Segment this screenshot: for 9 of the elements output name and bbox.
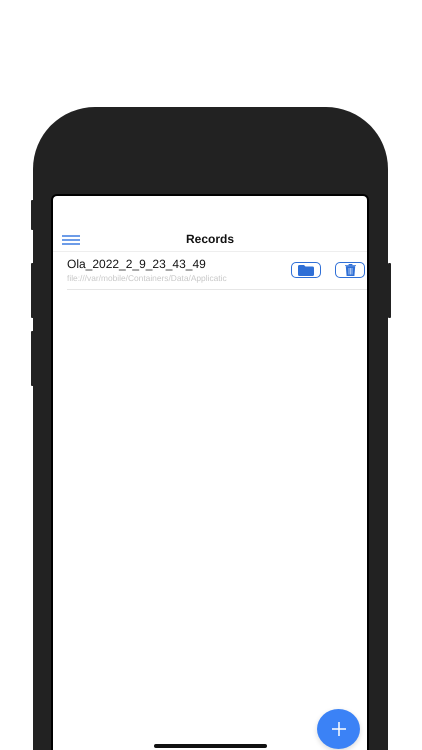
folder-icon xyxy=(298,264,314,276)
trash-icon xyxy=(344,264,356,276)
record-name: Ola_2022_2_9_23_43_49 xyxy=(67,256,207,272)
delete-button[interactable] xyxy=(335,262,365,278)
add-button[interactable] xyxy=(317,709,360,749)
screen-title: Records xyxy=(186,232,234,246)
open-folder-button[interactable] xyxy=(291,262,321,278)
plus-icon xyxy=(332,722,346,736)
menu-icon[interactable] xyxy=(62,235,80,245)
